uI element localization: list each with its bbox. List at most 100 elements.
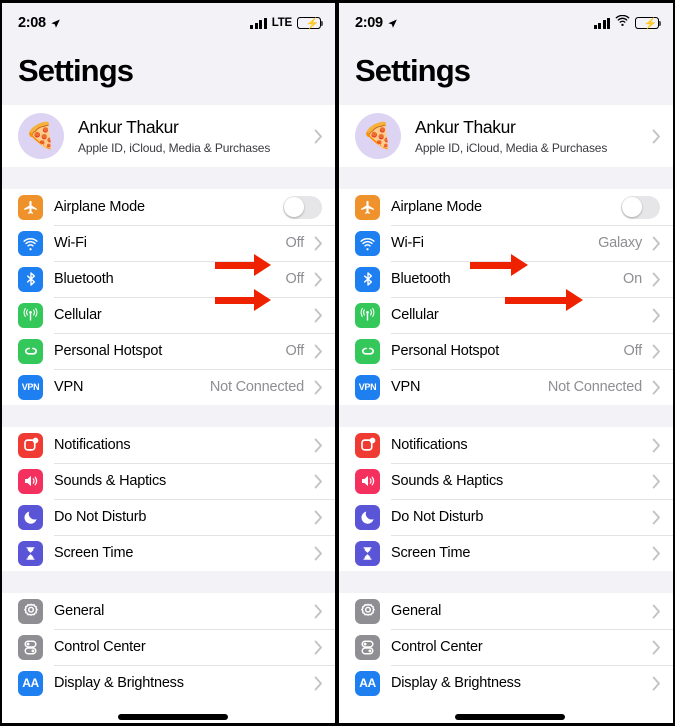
profile-name: Ankur Thakur [78, 117, 179, 138]
row-label: General [391, 603, 442, 619]
chevron-right-icon [649, 236, 663, 251]
section-gap [339, 405, 673, 427]
row-label: Display & Brightness [391, 675, 521, 691]
cellular-bars-icon [250, 17, 267, 29]
settings-row[interactable]: General [2, 593, 335, 629]
row-label: Personal Hotspot [54, 343, 163, 359]
row-label: Do Not Disturb [391, 509, 484, 525]
settings-row[interactable]: General [339, 593, 673, 629]
cellular-antenna-icon [355, 302, 380, 328]
chevron-right-icon [649, 438, 663, 453]
settings-row[interactable]: Airplane Mode [2, 189, 335, 225]
page-title: Settings [2, 43, 335, 105]
chevron-right-icon [649, 510, 663, 525]
settings-group-2: Notifications Sounds & Haptics Do Not Dist… [2, 427, 335, 571]
row-label: Notifications [54, 437, 131, 453]
gear-icon [18, 598, 43, 624]
chevron-right-icon [649, 546, 663, 561]
avatar: 🍕 [355, 113, 401, 159]
chevron-right-icon [311, 236, 325, 251]
section-gap [339, 571, 673, 593]
settings-row[interactable]: Airplane Mode [339, 189, 673, 225]
profile-name: Ankur Thakur [415, 117, 516, 138]
chevron-right-icon [311, 640, 325, 655]
location-arrow-icon [50, 18, 61, 29]
battery-charging-icon: ⚡ [635, 17, 662, 30]
settings-row[interactable]: Control Center [2, 629, 335, 665]
profile-subtitle: Apple ID, iCloud, Media & Purchases [78, 140, 271, 155]
chevron-right-icon [311, 380, 325, 395]
row-label: VPN [54, 379, 84, 395]
battery-charging-icon: ⚡ [297, 17, 324, 30]
status-bar-left: 2:09 [355, 15, 398, 31]
apple-id-profile-row[interactable]: 🍕 Ankur Thakur Apple ID, iCloud, Media & P… [2, 105, 335, 167]
settings-row[interactable]: Wi-Fi Off [2, 225, 335, 261]
settings-row[interactable]: AA Display & Brightness [339, 665, 673, 701]
row-label: Display & Brightness [54, 675, 184, 691]
settings-row[interactable]: Wi-Fi Galaxy [339, 225, 673, 261]
hotspot-icon [355, 338, 380, 364]
status-bar: 2:09 ⚡ [339, 3, 673, 43]
settings-row[interactable]: Screen Time [2, 535, 335, 571]
avatar-emoji: 🍕 [362, 121, 394, 150]
airplane-icon [355, 194, 380, 220]
row-label: Cellular [391, 307, 439, 323]
settings-row[interactable]: Control Center [339, 629, 673, 665]
comparison-screenshot: 2:08 LTE ⚡ Settings 🍕 Ankur Thakur Apple ID, i… [0, 0, 675, 726]
chevron-right-icon [649, 272, 663, 287]
settings-row[interactable]: VPN VPN Not Connected [339, 369, 673, 405]
airplane-mode-toggle[interactable] [621, 195, 660, 219]
settings-row[interactable]: VPN VPN Not Connected [2, 369, 335, 405]
settings-group-3: General Control Center AA Display & Brightn… [2, 593, 335, 701]
section-gap [2, 571, 335, 593]
settings-row[interactable]: Bluetooth Off [2, 261, 335, 297]
chevron-right-icon [649, 129, 663, 144]
display-brightness-icon: AA [355, 670, 380, 696]
settings-row[interactable]: Notifications [339, 427, 673, 463]
settings-row[interactable]: Cellular [339, 297, 673, 333]
row-label: Sounds & Haptics [54, 473, 167, 489]
apple-id-profile-row[interactable]: 🍕 Ankur Thakur Apple ID, iCloud, Media & P… [339, 105, 673, 167]
chevron-right-icon [649, 344, 663, 359]
row-value: On [623, 271, 642, 287]
profile-text: Ankur Thakur Apple ID, iCloud, Media & Pu… [415, 117, 607, 155]
settings-row[interactable]: Personal Hotspot Off [2, 333, 335, 369]
settings-row[interactable]: Sounds & Haptics [339, 463, 673, 499]
notifications-icon [18, 432, 43, 458]
profile-subtitle: Apple ID, iCloud, Media & Purchases [415, 140, 608, 155]
cellular-bars-icon [593, 17, 610, 29]
section-gap [2, 405, 335, 427]
row-label: Airplane Mode [391, 199, 482, 215]
chevron-right-icon [311, 676, 325, 691]
sounds-icon [355, 468, 380, 494]
row-label: Do Not Disturb [54, 509, 147, 525]
chevron-right-icon [311, 344, 325, 359]
airplane-mode-toggle[interactable] [283, 195, 322, 219]
control-center-icon [18, 634, 43, 660]
row-label: Wi-Fi [54, 235, 87, 251]
avatar-emoji: 🍕 [25, 121, 57, 150]
row-value: Not Connected [547, 379, 642, 395]
settings-row[interactable]: Do Not Disturb [339, 499, 673, 535]
status-bar-left: 2:08 [18, 15, 61, 31]
chevron-right-icon [311, 546, 325, 561]
phone-screen-after: 2:09 ⚡ Settings 🍕 Ankur Thakur Apple ID, iClo… [337, 0, 675, 726]
settings-row[interactable]: AA Display & Brightness [2, 665, 335, 701]
settings-row[interactable]: Sounds & Haptics [2, 463, 335, 499]
settings-row[interactable]: Cellular [2, 297, 335, 333]
row-label: Personal Hotspot [391, 343, 500, 359]
settings-row[interactable]: Bluetooth On [339, 261, 673, 297]
chevron-right-icon [311, 129, 325, 144]
row-label: VPN [391, 379, 421, 395]
row-label: Bluetooth [391, 271, 451, 287]
settings-row[interactable]: Personal Hotspot Off [339, 333, 673, 369]
chevron-right-icon [311, 272, 325, 287]
row-label: General [54, 603, 105, 619]
status-time: 2:09 [355, 15, 383, 31]
row-label: Control Center [54, 639, 146, 655]
section-gap [339, 167, 673, 189]
settings-row[interactable]: Do Not Disturb [2, 499, 335, 535]
settings-row[interactable]: Screen Time [339, 535, 673, 571]
settings-row[interactable]: Notifications [2, 427, 335, 463]
avatar: 🍕 [18, 113, 64, 159]
